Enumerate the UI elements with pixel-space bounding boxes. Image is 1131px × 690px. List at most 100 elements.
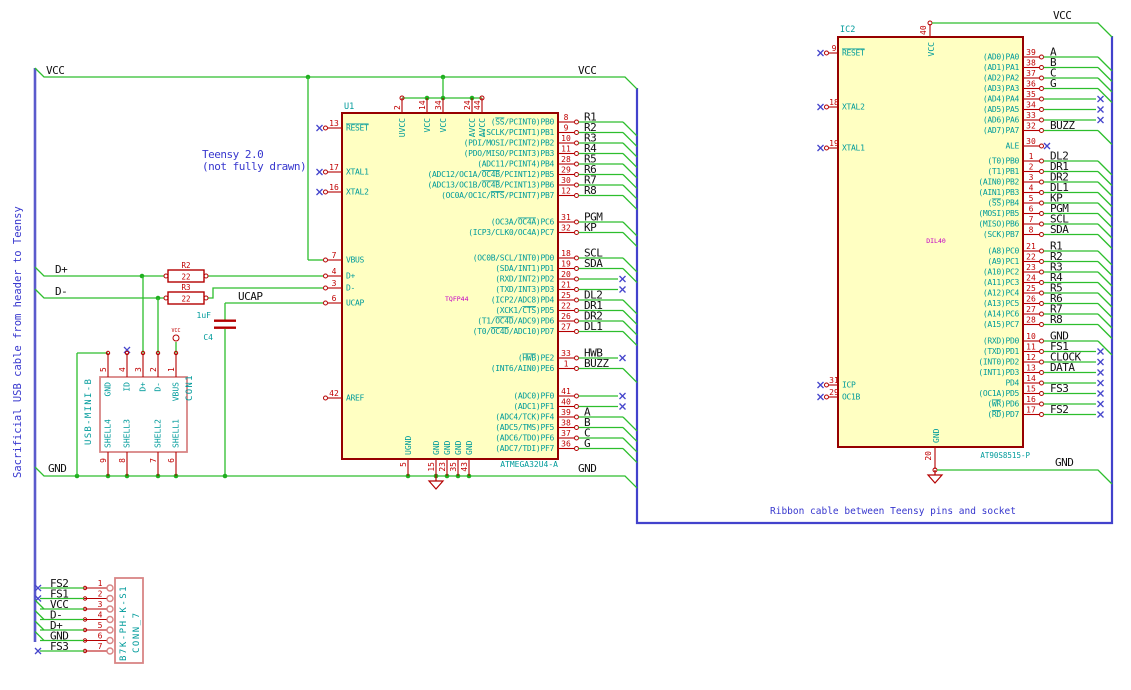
pin-name: VCC: [439, 118, 448, 133]
pin-number: 3: [1029, 173, 1034, 182]
pin-name: (INT6/AIN0)PE6: [491, 364, 555, 373]
no-connect-icon: [1097, 116, 1104, 124]
pin-name: SHELL3: [123, 419, 132, 448]
pin-number: 7: [1029, 215, 1034, 224]
net-label-DL1: DL1: [584, 320, 602, 333]
net-label-G: G: [1050, 77, 1056, 90]
resistor-r3[interactable]: R322: [163, 283, 209, 305]
usb-connector-con1[interactable]: VCC 5 GND 4 ID 3 D+ 2 D- 1 VBUS 9 SHELL4 8 SHELL3 7 SHEL…: [76, 276, 195, 476]
cap-plate: [214, 319, 236, 322]
pin-connect-circle: [1039, 338, 1044, 344]
net-label-R8: R8: [1050, 313, 1062, 326]
pin-connect-circle: [1039, 370, 1044, 375]
pin-number: 20: [924, 451, 933, 461]
pin-connect-circle: [574, 119, 579, 125]
pin-connect-circle: [574, 297, 579, 303]
pin-name: XTAL2: [842, 103, 865, 112]
pin-connect-circle: [323, 273, 328, 279]
pin-number: 19: [561, 260, 571, 269]
net-label-G: G: [584, 437, 590, 450]
pin-number: 17: [1026, 406, 1036, 415]
pin-connect-circle: [1039, 107, 1044, 112]
pin-number: 6: [98, 632, 103, 641]
pin-name: (A14)PC6: [983, 310, 1020, 319]
pin-connect-circle: [323, 257, 328, 263]
pin-name: PD4: [1005, 379, 1019, 388]
pin-name: VBUS: [346, 256, 365, 265]
pin-number: 9: [99, 458, 108, 463]
pin-connect-circle: [1039, 65, 1044, 70]
pin-connect-circle: [574, 393, 579, 399]
pin-connect-circle: [574, 266, 579, 271]
pin-number: 11: [1026, 343, 1036, 352]
pin-name: (AIN0)PB2: [978, 178, 1019, 187]
pin-number: 28: [561, 155, 571, 164]
vcc-symbol-label: VCC: [171, 328, 180, 334]
pin-name: (T0)PB0: [987, 157, 1019, 166]
schematic-canvas[interactable]: VCC VCCD+D- UCAP1uFC4R222R322GND GNDVCC5GND…: [0, 0, 1131, 690]
pin-number: 42: [329, 389, 339, 398]
conn7-ref: CONN_7: [132, 611, 142, 653]
capacitor-c4[interactable]: 1uF C4: [197, 311, 236, 342]
pin-name: (T1)PB1: [987, 167, 1019, 176]
no-connect-icon: [1097, 348, 1104, 355]
pin-number: 29: [829, 388, 839, 397]
resistor-r2[interactable]: R222: [163, 261, 209, 283]
pin-name: VCC: [927, 42, 936, 57]
pin-name: (OC0B/SCL/INT0)PD0: [473, 254, 555, 263]
pin-connect-circle: [1039, 211, 1044, 216]
pin-number: 26: [561, 312, 571, 321]
pin-connect-circle: [1039, 269, 1044, 275]
pin-connect-circle: [1039, 179, 1044, 185]
pin-name: (AD7)PA7: [983, 126, 1020, 135]
pin-name: (A10)PC2: [983, 268, 1020, 277]
pin-name: (OC3A/OC4A)PC6: [491, 218, 555, 227]
ic-u1[interactable]: U1TQFP44ATMEGA32U4-A13 RESET17 XTAL116 XTAL…: [316, 98, 579, 476]
pin-number: 4: [1029, 184, 1034, 193]
schematic-page: VCC VCC D+ D- UCAP 1uF C4 R2 22 R3 22 GND GND VCC 5 GND…: [0, 0, 1131, 690]
pin-connect-circle: [1039, 301, 1044, 306]
ic-ic2[interactable]: IC2DIL40AT90S8515-P9 RESET18 XTAL219 XTAL13…: [817, 20, 1044, 473]
no-connect-icon: [316, 168, 323, 176]
net-label-vcc: VCC: [1053, 9, 1071, 22]
pin-connect-circle: [574, 355, 579, 361]
pin-name: XTAL1: [346, 168, 369, 177]
pin-name: (ADC13/OC1B/OC4B/PCINT13)PB6: [428, 181, 555, 190]
pin-number: 31: [829, 376, 839, 385]
note-ribbon: Ribbon cable between Teensy pins and soc…: [770, 506, 1016, 517]
pin-number: 4: [98, 611, 103, 620]
pin-connect-circle: [1039, 200, 1044, 206]
pin-name: RESET: [346, 124, 369, 133]
no-connect-icon: [619, 275, 626, 283]
pin-number: 39: [561, 408, 571, 417]
pin-name: UGND: [404, 436, 413, 455]
pin-number: 36: [561, 440, 571, 449]
pin-number: 6: [1029, 205, 1034, 214]
pin-number: 37: [561, 429, 571, 438]
net-label-SDA: SDA: [1050, 223, 1069, 236]
pin-number: 1: [1029, 152, 1034, 161]
pin-name: GND: [465, 440, 474, 455]
pin-number: 27: [561, 323, 571, 332]
pin-connect-circle: [824, 145, 829, 151]
no-connect-icon: [619, 403, 626, 410]
pin-name: (ADC12/OC1A/OC4B/PCINT12)PB5: [428, 170, 555, 179]
conn7-value: B7K-PH-K-S1: [119, 585, 129, 661]
pin-name: D-: [154, 382, 163, 392]
pin-connect-circle: [1039, 128, 1044, 133]
pin-connect-circle: [1039, 280, 1044, 285]
vcc-symbol-icon: [172, 334, 180, 342]
vcc-wire: [932, 22, 1113, 38]
resistor-ref: R3: [181, 283, 190, 292]
pin-name: (T1/OC4D/ADC9)PD6: [477, 317, 554, 326]
pin-number: 41: [561, 387, 571, 396]
pin-number: 5: [1029, 194, 1034, 203]
pin-number: 32: [1026, 122, 1036, 131]
bus-entry: [622, 368, 638, 383]
pin-connect-circle: [574, 425, 579, 430]
pin-name: (A12)PC4: [983, 289, 1020, 298]
pin-number: 30: [561, 176, 571, 185]
pin-connect-circle: [1039, 169, 1044, 174]
pin-number: 30: [1026, 137, 1036, 146]
pin-number: 1: [98, 579, 103, 588]
